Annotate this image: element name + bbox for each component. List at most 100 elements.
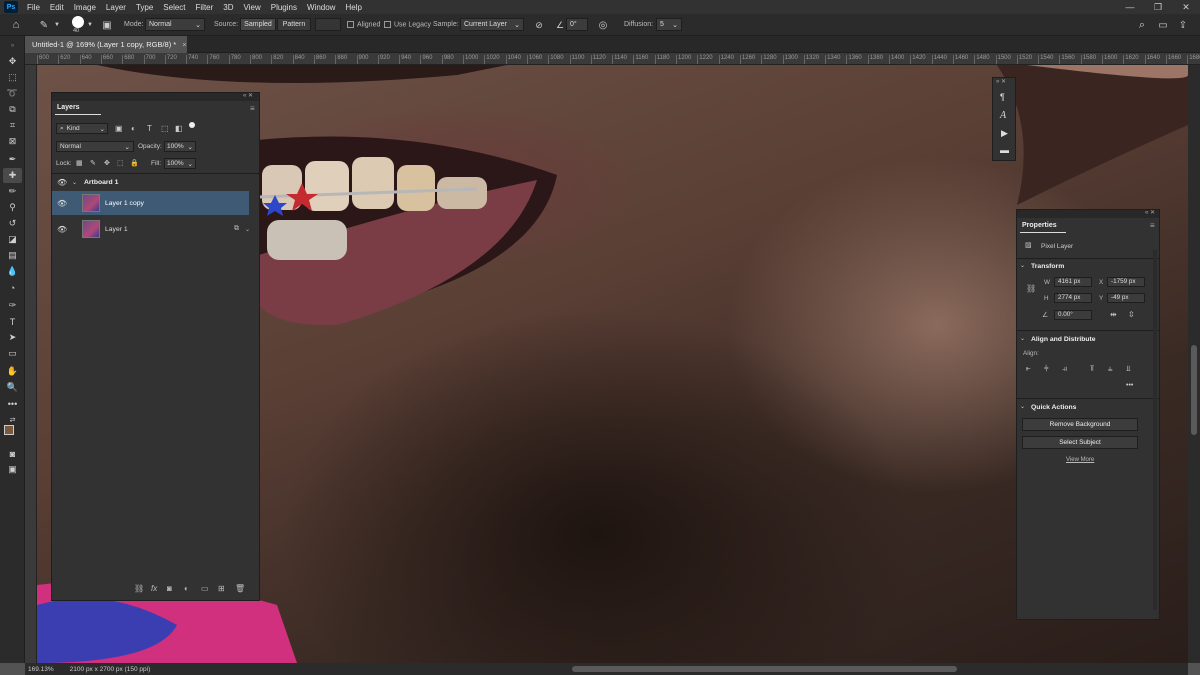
height-input[interactable]: 2774 px [1054, 293, 1092, 303]
layer-row-layer-1[interactable]: 👁 Layer 1 ⧉ ⌄ [52, 217, 250, 241]
pixel-filter-icon[interactable]: ▣ [115, 124, 123, 133]
remove-background-button[interactable]: Remove Background [1022, 418, 1138, 431]
horizontal-scroll-thumb[interactable] [572, 666, 957, 672]
lock-artboard-icon[interactable]: ⬚ [117, 159, 124, 167]
y-input[interactable]: -49 px [1107, 293, 1145, 303]
type-tool-icon[interactable]: T [3, 314, 22, 329]
comments-icon[interactable]: ▬ [1000, 145, 1009, 155]
lasso-tool-icon[interactable]: ➰ [3, 86, 22, 101]
lock-transparent-icon[interactable]: ▦ [76, 159, 83, 167]
path-selection-tool-icon[interactable]: ➤ [3, 330, 22, 345]
delete-layer-icon[interactable]: 🗑 [235, 584, 245, 593]
new-group-icon[interactable]: ▭ [201, 584, 209, 593]
link-proportions-icon[interactable]: ⛓ [1026, 284, 1036, 293]
hand-tool-icon[interactable]: ✋ [3, 364, 22, 379]
menu-filter[interactable]: Filter [191, 3, 219, 12]
healing-brush-tool-icon[interactable]: ✚ [3, 168, 22, 183]
width-input[interactable]: 4161 px [1054, 277, 1092, 287]
search-icon[interactable]: ⌕ [1135, 18, 1149, 32]
workspace-icon[interactable]: ▭ [1156, 18, 1170, 32]
panel-menu-icon[interactable]: ≡ [250, 104, 255, 113]
lock-all-icon[interactable]: 🔒 [130, 159, 139, 167]
align-left-icon[interactable]: ⫦ [1026, 364, 1031, 374]
source-pattern-button[interactable]: Pattern [277, 18, 311, 31]
aligned-checkbox[interactable]: Aligned [347, 21, 380, 28]
visibility-eye-icon[interactable]: 👁 [57, 178, 67, 187]
menu-image[interactable]: Image [69, 3, 101, 12]
align-distribute-section-title[interactable]: Align and Distribute [1031, 336, 1096, 343]
align-top-icon[interactable]: ⫪ [1090, 364, 1095, 374]
menu-type[interactable]: Type [131, 3, 158, 12]
chevron-down-icon[interactable]: ▼ [86, 20, 94, 30]
collapse-panel-icon[interactable]: » ✕ [996, 78, 1006, 85]
marquee-tool-icon[interactable]: ⬚ [3, 70, 22, 85]
vertical-scroll-thumb[interactable] [1191, 345, 1197, 435]
menu-plugins[interactable]: Plugins [266, 3, 302, 12]
add-mask-icon[interactable]: ◙ [167, 584, 172, 593]
menu-select[interactable]: Select [158, 3, 190, 12]
paragraph-icon[interactable]: ¶ [1000, 92, 1005, 102]
flip-vertical-icon[interactable]: ⇳ [1128, 310, 1135, 319]
select-subject-button[interactable]: Select Subject [1022, 436, 1138, 449]
adjustment-layer-icon[interactable]: ◐ [184, 584, 189, 593]
shape-filter-icon[interactable]: ⬚ [161, 124, 169, 133]
properties-panel-title[interactable]: Properties [1022, 222, 1057, 229]
layer-row-layer-1-copy[interactable]: 👁 Layer 1 copy [52, 191, 249, 215]
menu-view[interactable]: View [239, 3, 266, 12]
eraser-tool-icon[interactable]: ◪ [3, 232, 22, 247]
close-window-button[interactable]: ✕ [1172, 0, 1200, 14]
panel-header-strip[interactable]: « ✕ [52, 93, 259, 101]
pattern-picker[interactable] [315, 18, 341, 31]
brush-tool-icon[interactable]: ✏ [3, 184, 22, 199]
dodge-tool-icon[interactable]: ◔ [3, 280, 22, 295]
home-icon[interactable]: ⌂ [8, 18, 24, 32]
blur-tool-icon[interactable]: 💧 [3, 264, 22, 279]
menu-layer[interactable]: Layer [101, 3, 131, 12]
object-selection-tool-icon[interactable]: ⧉ [3, 102, 22, 117]
menu-file[interactable]: File [22, 3, 45, 12]
filter-toggle-icon[interactable] [189, 122, 195, 128]
fill-input[interactable]: 100% ⌄ [164, 158, 196, 169]
blend-mode-select[interactable]: Normal ⌄ [56, 141, 134, 152]
clone-stamp-tool-icon[interactable]: ⚲ [3, 200, 22, 215]
chevron-down-icon[interactable]: ⌄ [245, 226, 250, 233]
more-tools-icon[interactable]: ••• [3, 396, 22, 411]
gradient-tool-icon[interactable]: ▤ [3, 248, 22, 263]
opacity-input[interactable]: 100% ⌄ [164, 141, 196, 152]
use-legacy-checkbox[interactable]: Use Legacy [384, 21, 431, 28]
maximize-button[interactable]: ❐ [1144, 0, 1172, 14]
source-sampled-button[interactable]: Sampled [240, 18, 276, 31]
pen-tool-icon[interactable]: ✑ [3, 298, 22, 313]
link-layers-icon[interactable]: ⛓ [134, 584, 144, 593]
diffusion-select[interactable]: 5 ⌄ [656, 18, 682, 31]
panel-menu-icon[interactable]: ≡ [1150, 221, 1155, 230]
healing-brush-icon[interactable]: ✎ [36, 18, 52, 32]
eyedropper-tool-icon[interactable]: ✒ [3, 152, 22, 167]
document-tab[interactable]: Untitled-1 @ 169% (Layer 1 copy, RGB/8) … [25, 36, 187, 53]
foreground-color-swatch[interactable] [4, 425, 14, 435]
filter-kind-select[interactable]: ⌕ Kind ⌄ [56, 123, 108, 134]
transform-section-title[interactable]: Transform [1031, 263, 1064, 270]
align-horizontal-center-icon[interactable]: ⫩ [1044, 364, 1049, 374]
collapse-panel-icon[interactable]: « ✕ [1145, 209, 1155, 216]
pressure-size-icon[interactable]: ◎ [597, 19, 609, 31]
view-more-link[interactable]: View More [1066, 457, 1094, 463]
clone-source-icon[interactable]: ▣ [100, 18, 114, 32]
collapse-panel-icon[interactable]: « ✕ [243, 92, 253, 99]
menu-help[interactable]: Help [340, 3, 366, 12]
character-icon[interactable]: A [1000, 110, 1006, 121]
angle-input[interactable]: 0.00° [1054, 310, 1092, 320]
visibility-eye-icon[interactable]: 👁 [57, 199, 67, 208]
smart-object-filter-icon[interactable]: ◧ [175, 124, 183, 133]
menu-3d[interactable]: 3D [218, 3, 238, 12]
collapse-icon[interactable]: » [3, 38, 22, 53]
frame-tool-icon[interactable]: ⊠ [3, 134, 22, 149]
fx-icon[interactable]: fx [151, 584, 157, 593]
ignore-adjustment-icon[interactable]: ⊘ [533, 19, 545, 31]
history-brush-tool-icon[interactable]: ↺ [3, 216, 22, 231]
align-vertical-center-icon[interactable]: ⫨ [1108, 364, 1113, 374]
layers-panel-title[interactable]: Layers [57, 104, 80, 111]
type-filter-icon[interactable]: T [147, 124, 152, 133]
sample-select[interactable]: Current Layer ⌄ [460, 18, 524, 31]
x-input[interactable]: -1759 px [1107, 277, 1145, 287]
